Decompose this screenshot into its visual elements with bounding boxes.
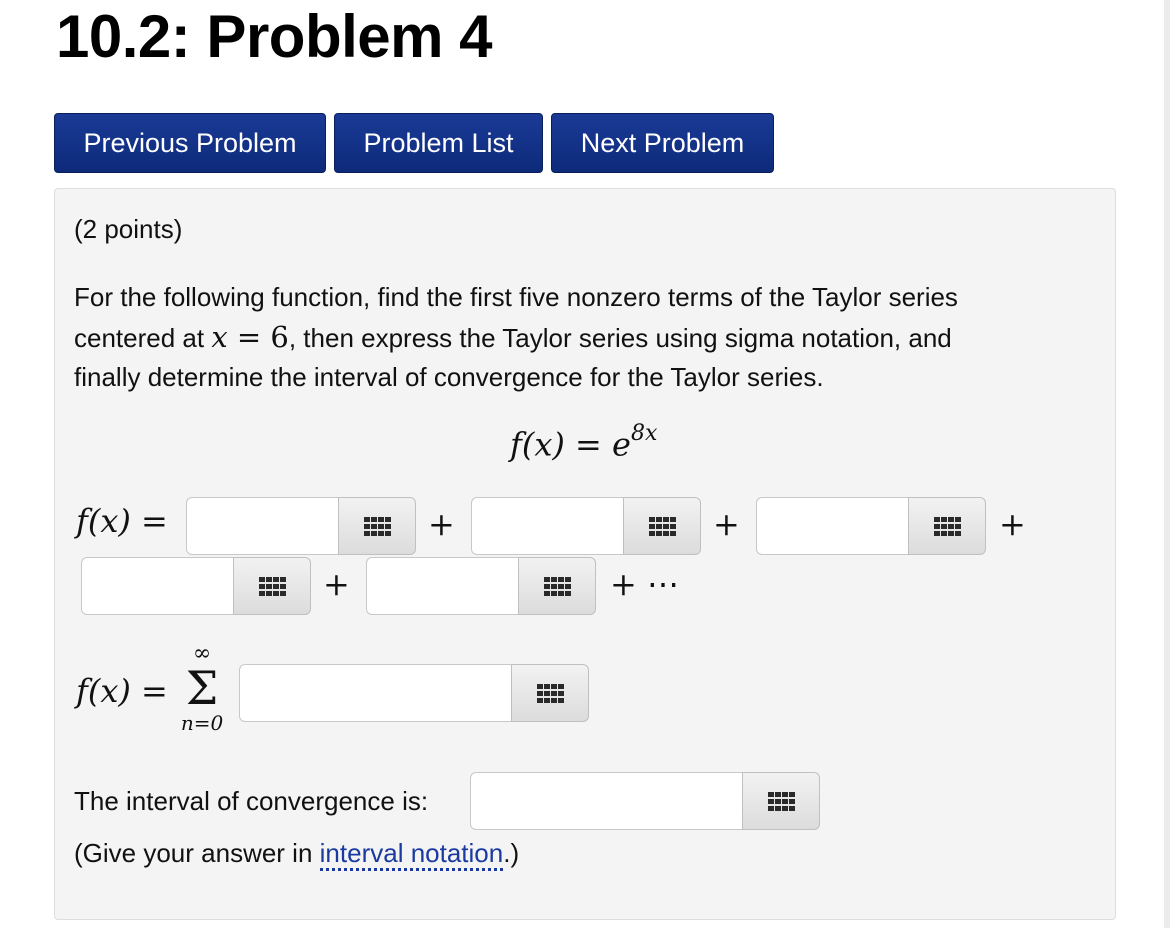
- function-expression: f(x) = e: [510, 425, 631, 464]
- term-5-equation-editor-button[interactable]: [518, 557, 596, 615]
- term-2-input[interactable]: [471, 497, 623, 555]
- function-exponent: 8x: [630, 421, 658, 446]
- term-1-input[interactable]: [186, 497, 338, 555]
- term-4-input[interactable]: [81, 557, 233, 615]
- problem-statement-line-1: For the following function, find the fir…: [74, 282, 958, 312]
- grid-icon: [258, 576, 286, 596]
- next-problem-button[interactable]: Next Problem: [551, 113, 774, 173]
- grid-icon: [363, 516, 391, 536]
- sigma-equation-editor-button[interactable]: [511, 664, 589, 722]
- grid-icon: [767, 791, 795, 811]
- term-5-answer: [366, 557, 596, 615]
- terms-lhs: f(x) =: [76, 502, 168, 540]
- plus-sign: +: [323, 565, 350, 603]
- sigma-answer: [239, 664, 589, 722]
- sigma-notation: ∞ Σ n=0: [178, 642, 226, 736]
- term-2-equation-editor-button[interactable]: [623, 497, 701, 555]
- statement-text: , then express the Taylor series using s…: [288, 323, 952, 353]
- plus-sign: +: [428, 505, 455, 543]
- interval-answer: [470, 772, 820, 830]
- interval-input[interactable]: [470, 772, 742, 830]
- problem-statement-line-3: finally determine the interval of conver…: [74, 362, 824, 392]
- points-label: (2 points): [74, 214, 183, 244]
- previous-problem-button[interactable]: Previous Problem: [54, 113, 326, 173]
- function-display: f(x) = e8x: [510, 421, 657, 464]
- page-title: 10.2: Problem 4: [56, 3, 493, 70]
- plus-sign: +: [713, 505, 740, 543]
- term-4-equation-editor-button[interactable]: [233, 557, 311, 615]
- grid-icon: [536, 683, 564, 703]
- scrollbar[interactable]: [1164, 0, 1170, 928]
- interval-notation-link[interactable]: interval notation: [319, 838, 504, 871]
- term-3-input[interactable]: [756, 497, 908, 555]
- hint-text: (Give your answer in: [74, 838, 320, 868]
- sigma-term-input[interactable]: [239, 664, 511, 722]
- term-5-input[interactable]: [366, 557, 518, 615]
- interval-label: The interval of convergence is:: [74, 786, 429, 816]
- statement-text: centered at: [74, 323, 212, 353]
- sigma-symbol: Σ: [185, 661, 219, 715]
- term-1-equation-editor-button[interactable]: [338, 497, 416, 555]
- interval-hint: (Give your answer in interval notation.): [74, 833, 519, 873]
- grid-icon: [933, 516, 961, 536]
- sigma-lower-limit: n=0: [180, 711, 224, 735]
- term-3-equation-editor-button[interactable]: [908, 497, 986, 555]
- hint-text: .): [503, 838, 520, 868]
- plus-sign: +: [999, 505, 1026, 543]
- term-4-answer: [81, 557, 311, 615]
- math-variable: x: [211, 320, 228, 354]
- grid-icon: [543, 576, 571, 596]
- math-value: = 6: [227, 320, 289, 354]
- term-3-answer: [756, 497, 986, 555]
- grid-icon: [648, 516, 676, 536]
- term-1-answer: [186, 497, 416, 555]
- sigma-lhs: f(x) =: [76, 672, 168, 710]
- problem-list-button[interactable]: Problem List: [334, 113, 543, 173]
- ellipsis-tail: + ⋯: [610, 565, 679, 603]
- term-2-answer: [471, 497, 701, 555]
- problem-statement-line-2: centered at x = 6, then express the Tayl…: [74, 317, 952, 358]
- interval-equation-editor-button[interactable]: [742, 772, 820, 830]
